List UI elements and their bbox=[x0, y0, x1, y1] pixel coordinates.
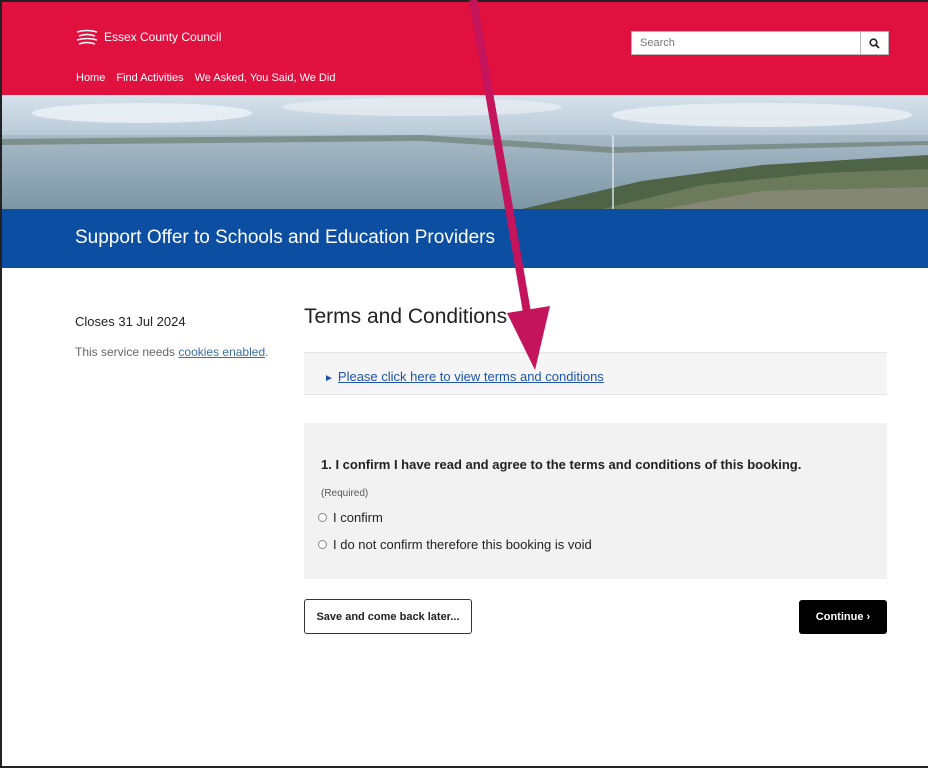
cookies-prefix: This service needs bbox=[75, 345, 179, 359]
radio-label: I confirm bbox=[333, 510, 383, 525]
cookies-notice: This service needs cookies enabled. bbox=[75, 344, 275, 361]
nav-we-asked[interactable]: We Asked, You Said, We Did bbox=[195, 72, 336, 84]
radio-label: I do not confirm therefore this booking … bbox=[333, 537, 592, 552]
view-terms-link[interactable]: ► Please click here to view terms and con… bbox=[324, 369, 604, 384]
search-button[interactable] bbox=[860, 31, 889, 55]
cookies-link[interactable]: cookies enabled bbox=[178, 345, 265, 359]
save-for-later-button[interactable]: Save and come back later... bbox=[304, 599, 472, 634]
question-panel: 1. I confirm I have read and agree to th… bbox=[304, 423, 887, 579]
radio-button-icon[interactable] bbox=[318, 513, 327, 522]
search-bar bbox=[631, 31, 889, 55]
chevron-right-icon: › bbox=[866, 611, 871, 623]
terms-disclosure: ► Please click here to view terms and con… bbox=[304, 352, 887, 395]
disclosure-triangle-icon: ► bbox=[324, 373, 334, 384]
continue-button[interactable]: Continue › bbox=[799, 600, 887, 634]
continue-label: Continue bbox=[815, 611, 864, 623]
radio-button-icon[interactable] bbox=[318, 540, 327, 549]
estuary-photo bbox=[2, 95, 928, 209]
radio-i-confirm[interactable]: I confirm bbox=[318, 510, 383, 525]
view-terms-label: Please click here to view terms and cond… bbox=[337, 369, 604, 384]
banner-image bbox=[2, 95, 928, 209]
radio-i-do-not-confirm[interactable]: I do not confirm therefore this booking … bbox=[318, 537, 592, 552]
main-nav: Home Find Activities We Asked, You Said,… bbox=[76, 72, 335, 84]
question-label: 1. I confirm I have read and agree to th… bbox=[321, 457, 802, 472]
service-title: Support Offer to Schools and Education P… bbox=[75, 227, 496, 248]
site-header: Essex County Council Home Find Activitie… bbox=[2, 2, 928, 95]
search-icon bbox=[869, 37, 880, 49]
council-seal-icon bbox=[76, 29, 98, 45]
nav-find-activities[interactable]: Find Activities bbox=[116, 72, 183, 84]
nav-home[interactable]: Home bbox=[76, 72, 105, 84]
cookies-suffix: . bbox=[265, 345, 269, 359]
logo-text: Essex County Council bbox=[104, 30, 222, 44]
search-input[interactable] bbox=[631, 31, 860, 55]
council-logo[interactable]: Essex County Council bbox=[76, 29, 221, 45]
required-label: (Required) bbox=[321, 488, 369, 499]
page-title-band: Support Offer to Schools and Education P… bbox=[2, 209, 928, 268]
closing-date: Closes 31 Jul 2024 bbox=[75, 314, 186, 329]
page-title: Terms and Conditions bbox=[304, 305, 508, 328]
